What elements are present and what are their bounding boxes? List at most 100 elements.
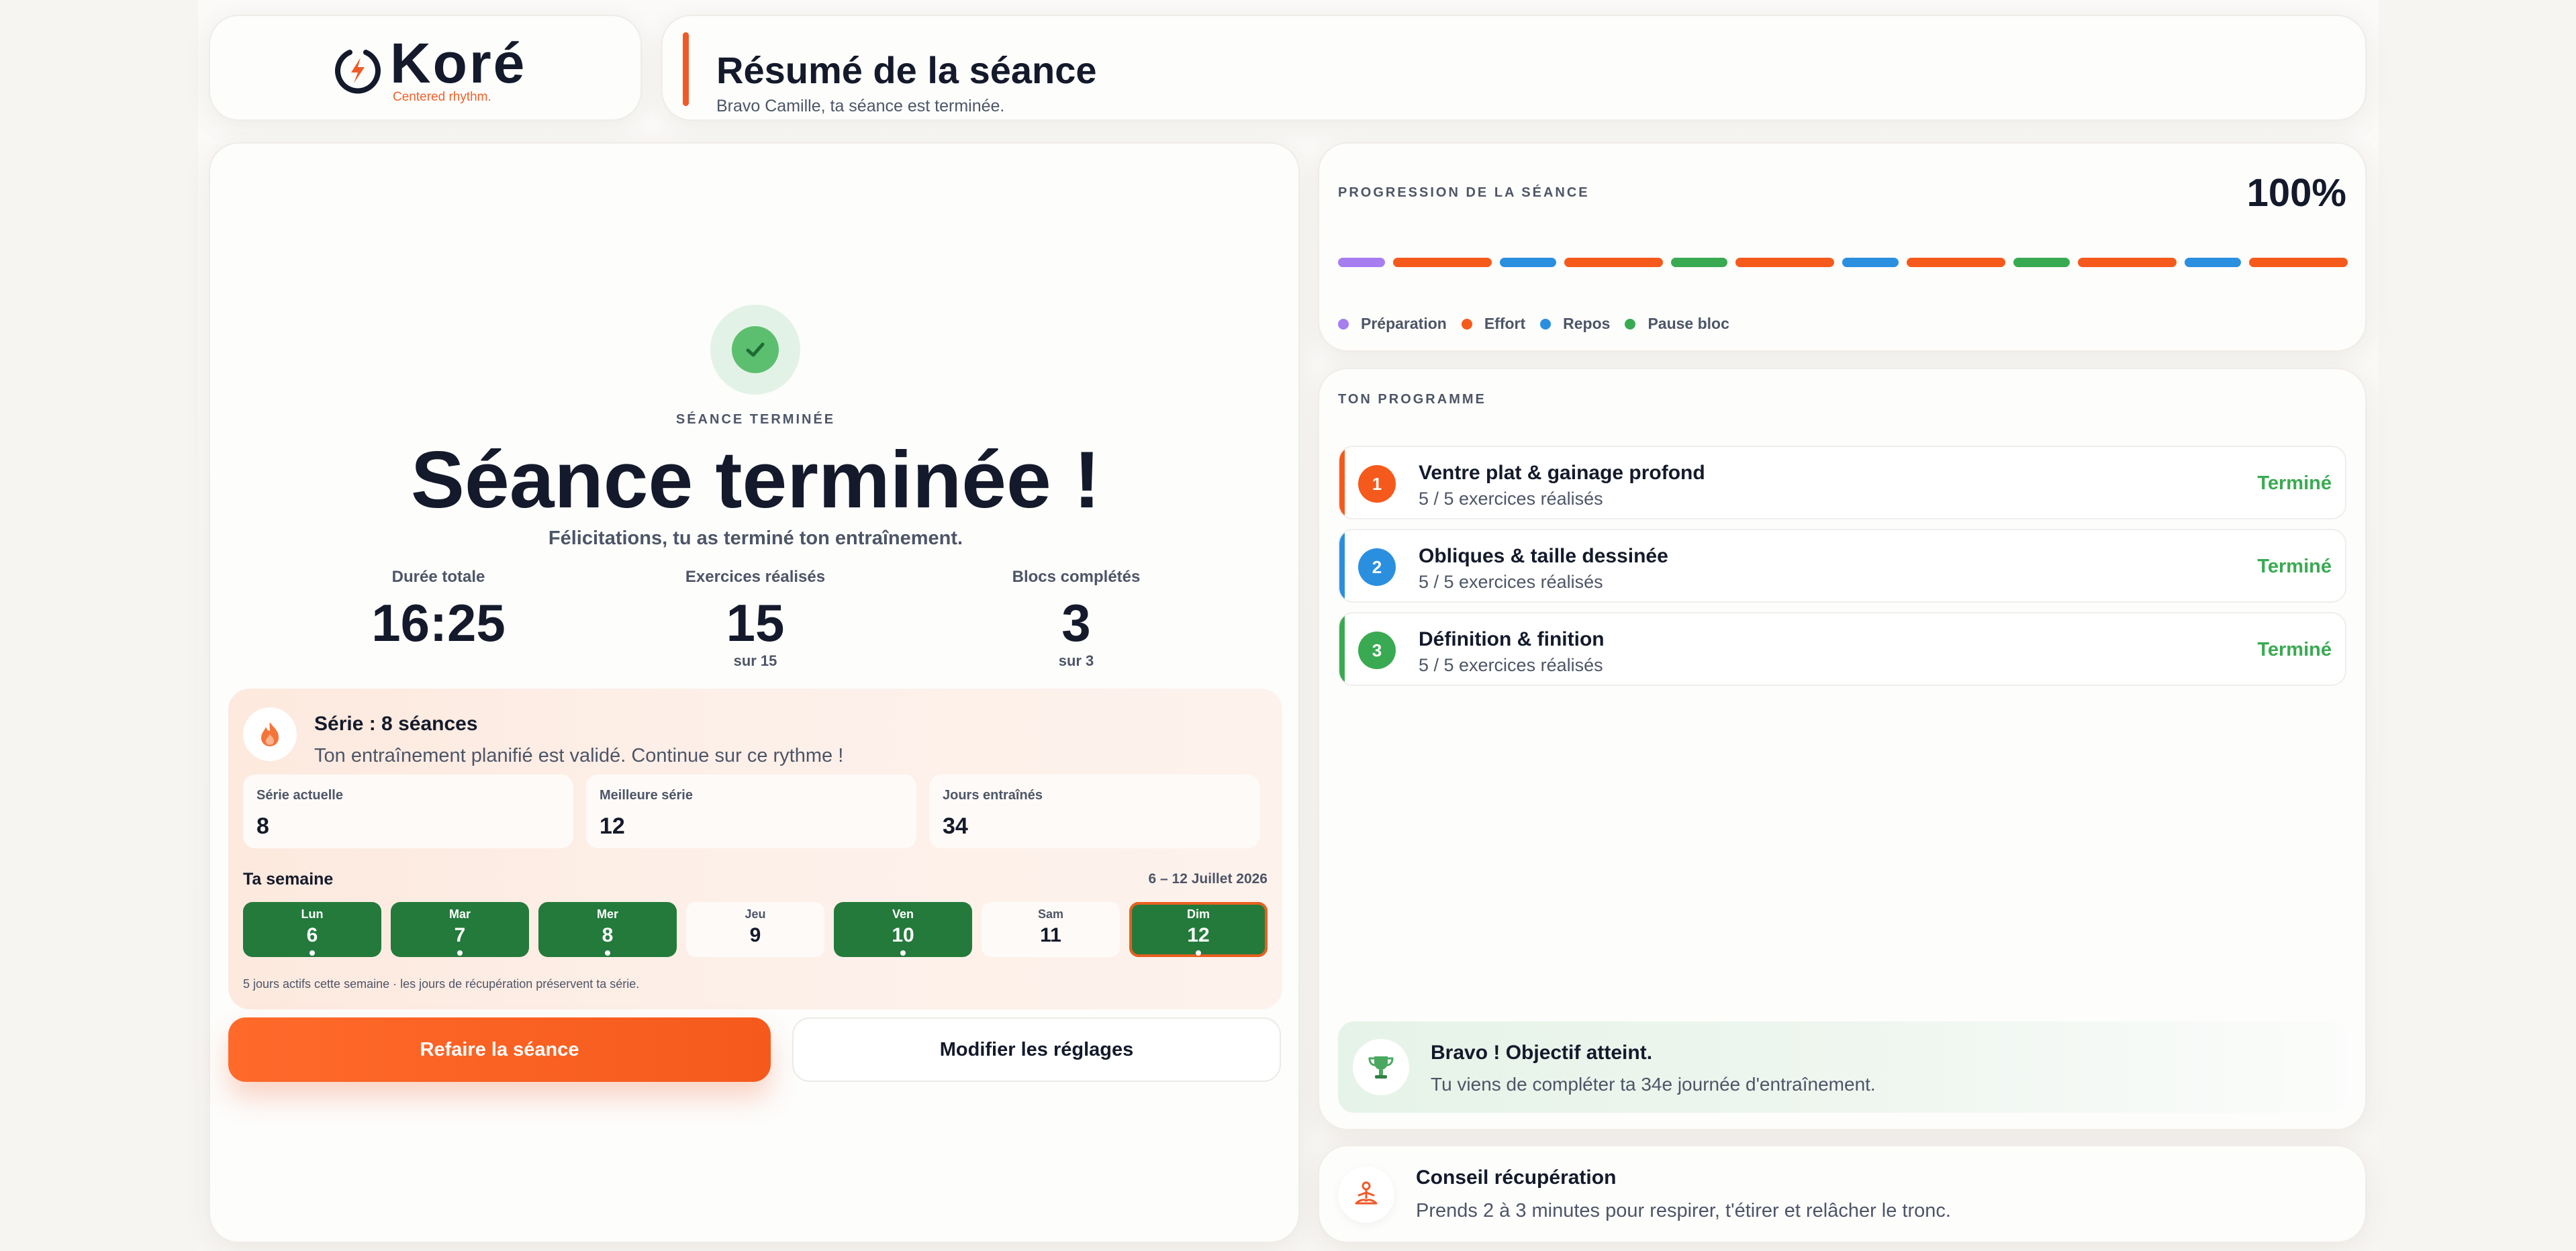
progression-segments: [1338, 258, 2348, 268]
day-mer[interactable]: Mer 8: [538, 902, 677, 957]
mini-label: Série actuelle: [256, 788, 343, 803]
legend-label: Effort: [1484, 315, 1526, 332]
page-title: Résumé de la séance: [716, 49, 1097, 91]
block-number: 3: [1358, 632, 1396, 669]
stat-value: 3: [1061, 593, 1091, 652]
streak-title: Série : 8 séances: [314, 713, 478, 735]
segment-effort: [2078, 258, 2177, 267]
legend-item-prep: Préparation: [1338, 315, 1447, 333]
streak-panel: Série : 8 séances Ton entraînement plani…: [228, 689, 1282, 1009]
activity-dot: [1196, 950, 1201, 956]
block-title: Définition & finition: [1419, 628, 1605, 650]
brand-logo[interactable]: Koré Centered rhythm.: [331, 35, 526, 105]
segment-repos: [1500, 258, 1556, 267]
block-title: Ventre plat & gainage profond: [1419, 462, 1705, 484]
block-status: Terminé: [2257, 472, 2332, 494]
day-number: 7: [454, 924, 466, 946]
block-accent: [1339, 447, 1345, 518]
block-number: 2: [1358, 548, 1396, 586]
page-subtitle: Bravo Camille, ta séance est terminée.: [716, 97, 1005, 115]
segment-effort: [1735, 258, 1834, 267]
completion-subtitle: Félicitations, tu as terminé ton entraîn…: [548, 528, 963, 549]
legend-dot: [1461, 318, 1472, 330]
tip-subtitle: Prends 2 à 3 minutes pour respirer, t'ét…: [1416, 1200, 1951, 1221]
day-number: 12: [1187, 924, 1210, 946]
stat-sub: sur 3: [1058, 652, 1094, 669]
stat-value: 15: [726, 593, 785, 652]
legend-label: Repos: [1563, 315, 1611, 332]
legend-dot: [1540, 318, 1552, 330]
streak-card-current: Série actuelle 8: [243, 774, 573, 848]
flame-icon: [261, 722, 279, 746]
day-number: 6: [306, 924, 318, 946]
block-accent: [1339, 530, 1345, 601]
power-bolt-icon: [335, 50, 381, 94]
legend-label: Pause bloc: [1648, 315, 1729, 332]
legend-label: Préparation: [1361, 315, 1447, 332]
flame-badge: [243, 707, 297, 761]
day-mar[interactable]: Mar 7: [391, 902, 529, 957]
mini-label: Meilleure série: [600, 788, 693, 803]
day-name: Mar: [448, 907, 471, 921]
recovery-tip-card: Conseil récupération Prends 2 à 3 minute…: [1318, 1145, 2367, 1243]
day-sam[interactable]: Sam 11: [982, 902, 1120, 957]
day-name: Jeu: [745, 907, 766, 921]
header-accent-bar: [683, 32, 689, 106]
day-number: 10: [892, 924, 914, 946]
day-name: Lun: [301, 907, 324, 921]
segment-prep: [1338, 258, 1385, 267]
segment-effort: [1907, 258, 2005, 267]
activity-dot: [457, 950, 463, 956]
legend-item-effort: Effort: [1461, 315, 1526, 333]
stat-label: Blocs complétés: [1012, 568, 1141, 586]
segment-effort: [1564, 258, 1663, 267]
goal-badge: [1353, 1039, 1409, 1095]
session-summary-card: SÉANCE TERMINÉE Séance terminée ! Félici…: [209, 142, 1300, 1243]
tip-badge: [1338, 1166, 1394, 1223]
block-progress: 5 / 5 exercices réalisés: [1419, 489, 1603, 509]
day-number: 8: [602, 924, 614, 946]
stat-exercises: Exercices réalisés 15 sur 15: [614, 568, 896, 670]
legend-item-repos: Repos: [1540, 315, 1610, 333]
edit-settings-button[interactable]: Modifier les réglages: [792, 1017, 1281, 1082]
day-name: Dim: [1186, 907, 1210, 921]
goal-subtitle: Tu viens de compléter ta 34e journée d'e…: [1431, 1074, 1876, 1095]
activity-dot: [900, 950, 906, 956]
day-number: 9: [749, 924, 761, 946]
completion-title: Séance terminée !: [410, 435, 1101, 525]
progression-label: PROGRESSION DE LA SÉANCE: [1338, 185, 1590, 200]
activity-dot: [309, 950, 315, 956]
programme-block[interactable]: 2 Obliques & taille dessinée 5 / 5 exerc…: [1338, 529, 2346, 603]
block-accent: [1339, 613, 1345, 685]
week-range: 6 – 12 Juillet 2026: [1148, 871, 1268, 887]
segment-effort: [2249, 258, 2348, 267]
block-progress: 5 / 5 exercices réalisés: [1419, 655, 1603, 675]
stat-duration: Durée totale 16:25: [297, 568, 579, 650]
legend-dot: [1625, 318, 1636, 330]
redo-session-button[interactable]: Refaire la séance: [228, 1017, 771, 1082]
programme-block[interactable]: 3 Définition & finition 5 / 5 exercices …: [1338, 612, 2346, 686]
legend-item-pause: Pause bloc: [1625, 315, 1729, 333]
day-ven[interactable]: Ven 10: [834, 902, 972, 957]
programme-block[interactable]: 1 Ventre plat & gainage profond 5 / 5 ex…: [1338, 446, 2346, 519]
check-icon: [746, 342, 765, 357]
mini-value: 12: [600, 813, 625, 839]
streak-card-days: Jours entraînés 34: [929, 774, 1259, 848]
stat-label: Durée totale: [391, 568, 485, 586]
mini-value: 34: [943, 813, 968, 839]
tip-title: Conseil récupération: [1416, 1166, 1617, 1189]
trophy-icon: [1368, 1056, 1394, 1079]
day-dim[interactable]: Dim 12: [1129, 902, 1268, 957]
brand-name: Koré: [390, 32, 527, 95]
day-name: Ven: [892, 907, 914, 921]
stat-value: 16:25: [371, 593, 506, 652]
logo-card: Koré Centered rhythm.: [209, 15, 642, 121]
legend-dot: [1338, 318, 1349, 330]
block-title: Obliques & taille dessinée: [1419, 545, 1668, 567]
progression-percent: 100%: [2246, 171, 2346, 215]
week-days: Lun 6 Mar 7 Mer 8 Jeu 9 Ven 10 Sam 11 Dim 12: [243, 902, 1268, 957]
success-badge: [710, 305, 800, 395]
day-lun[interactable]: Lun 6: [243, 902, 381, 957]
block-status: Terminé: [2257, 639, 2332, 660]
day-jeu[interactable]: Jeu 9: [686, 902, 824, 957]
